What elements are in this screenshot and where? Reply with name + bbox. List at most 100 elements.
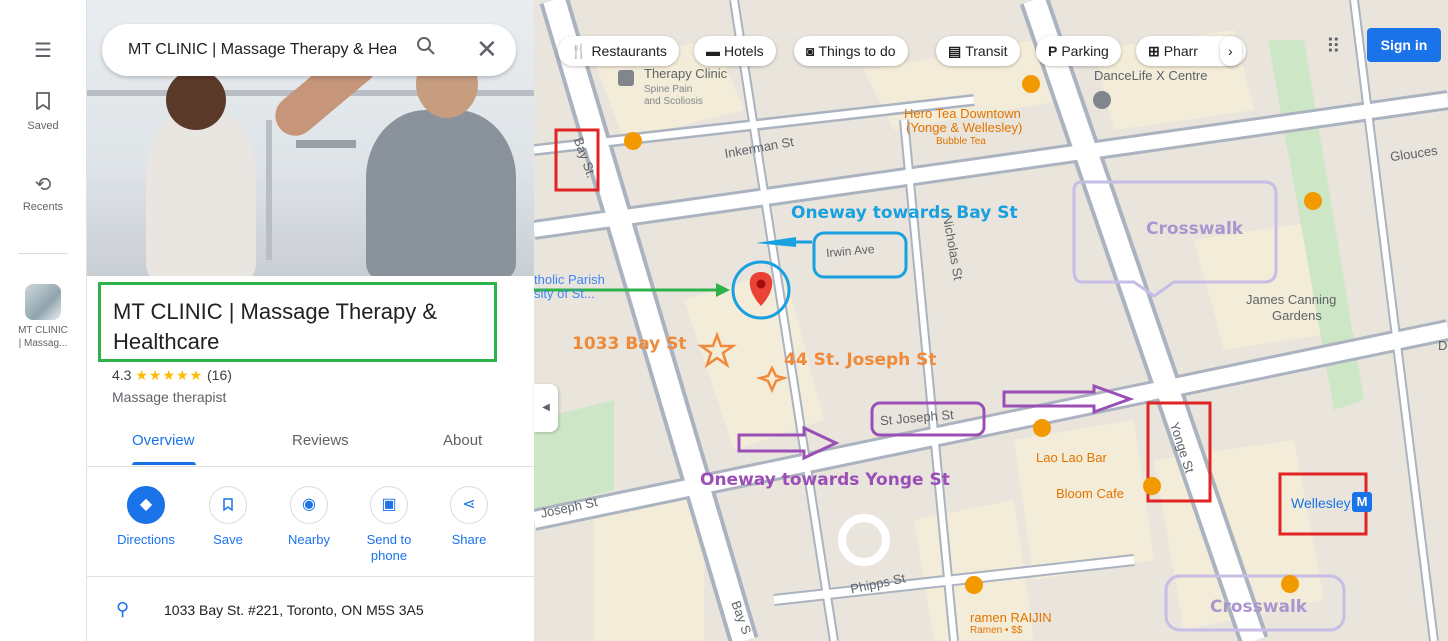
history-icon: ⟲	[34, 174, 52, 196]
tab-overview[interactable]: Overview	[132, 432, 195, 449]
restaurant-icon: 🍴	[570, 43, 588, 59]
save-label: Save	[213, 532, 243, 547]
title-annotation-box: MT CLINIC | Massage Therapy & Healthcare	[98, 282, 497, 362]
chip-hotels[interactable]: ▬ Hotels	[694, 36, 776, 66]
tab-about[interactable]: About	[443, 432, 482, 449]
location-pin-icon: ⚲	[116, 599, 130, 619]
hamburger-menu-icon: ☰	[34, 40, 52, 62]
send-to-phone-label-line2: phone	[370, 548, 408, 563]
chip-things-label: Things to do	[818, 43, 896, 59]
map-label-james-canning-1[interactable]: James Canning	[1246, 292, 1336, 307]
hotel-icon: ▬	[706, 43, 720, 59]
parking-icon: P	[1048, 43, 1058, 59]
subway-station-icon: M	[1352, 492, 1372, 512]
chips-scroll-right-button[interactable]: ›	[1220, 36, 1242, 66]
photo-detail	[266, 120, 272, 260]
collapse-panel-button[interactable]: ◀	[534, 384, 558, 432]
bookmark-icon	[0, 92, 86, 116]
place-tabs: Overview Reviews About	[86, 418, 534, 467]
map-label-ramen-sub: Ramen • $$	[970, 625, 1023, 636]
share-label: Share	[451, 532, 487, 547]
map-label-dancelife[interactable]: DanceLife X Centre	[1094, 68, 1207, 83]
annotation-oneway-yonge: Oneway towards Yonge St	[700, 470, 950, 490]
map-label-wellesley[interactable]: Wellesley	[1291, 495, 1351, 511]
send-to-phone-icon: ▣	[370, 486, 408, 524]
map-label-therapy-sub2: and Scoliosis	[644, 96, 703, 107]
saved-label: Saved	[27, 120, 59, 132]
map-label-hero-tea-1[interactable]: Hero Tea Downtown	[904, 106, 1021, 121]
chevron-right-icon: ›	[1228, 43, 1233, 59]
active-tab-indicator	[132, 462, 196, 465]
annotation-44-st-joseph: 44 St. Joseph St	[784, 350, 937, 370]
chip-restaurants-label: Restaurants	[591, 43, 667, 59]
pharmacy-icon: ⊞	[1148, 43, 1160, 59]
recent-place-item[interactable]: MT CLINIC | Massag...	[0, 284, 86, 350]
chip-pharmacy-label: Pharr	[1163, 43, 1198, 59]
nearby-label: Nearby	[288, 532, 330, 547]
transit-icon: ▤	[948, 43, 962, 59]
rating-value: 4.3	[112, 367, 132, 383]
map-label-edge-d: D	[1438, 338, 1448, 353]
recents-button[interactable]: ⟲ Recents	[0, 172, 86, 213]
chip-restaurants[interactable]: 🍴 Restaurants	[558, 36, 679, 66]
photo-detail	[296, 140, 356, 148]
bookmark-icon	[209, 486, 247, 524]
recent-place-label-line2: | Massag...	[18, 338, 68, 349]
annotation-oneway-bay: Oneway towards Bay St	[791, 203, 1018, 223]
share-icon: ⋖	[450, 486, 488, 524]
place-title: MT CLINIC | Massage Therapy & Healthcare	[113, 299, 438, 354]
send-to-phone-button[interactable]: ▣ Send to phone	[349, 486, 429, 564]
map-label-ramen[interactable]: ramen RAIJIN	[970, 610, 1052, 625]
close-icon[interactable]: ✕	[476, 34, 498, 65]
place-panel: MT CLINIC | Massage Therapy & Heal ✕ MT …	[86, 0, 534, 641]
side-rail: ☰ Saved ⟲ Recents MT CLINIC | Massag...	[0, 0, 87, 641]
menu-button[interactable]: ☰	[0, 38, 86, 67]
directions-button[interactable]: ◆ Directions	[106, 486, 186, 548]
nearby-button[interactable]: ◉ Nearby	[269, 486, 349, 548]
review-count[interactable]: (16)	[207, 367, 232, 383]
recents-label: Recents	[22, 201, 64, 213]
send-to-phone-label-line1: Send to	[366, 532, 412, 547]
saved-button[interactable]: Saved	[0, 92, 86, 132]
camera-icon: ◙	[806, 43, 815, 59]
photo-person-left-head	[166, 70, 226, 130]
directions-label: Directions	[117, 532, 175, 547]
chip-parking[interactable]: P Parking	[1036, 36, 1121, 66]
search-box[interactable]: MT CLINIC | Massage Therapy & Heal ✕	[102, 24, 516, 76]
directions-icon: ◆	[127, 486, 165, 524]
map-label-parish-1[interactable]: tholic Parish	[534, 272, 605, 287]
recent-place-thumbnail	[25, 284, 61, 320]
annotation-1033-bay: 1033 Bay St	[572, 334, 687, 354]
annotation-crosswalk-bottom: Crosswalk	[1210, 597, 1308, 617]
map-canvas[interactable]: Therapy Clinic Spine Pain and Scoliosis …	[534, 0, 1448, 641]
rating-row[interactable]: 4.3 ★★★★★ (16)	[112, 367, 232, 384]
chip-transit[interactable]: ▤ Transit	[936, 36, 1020, 66]
sign-in-button[interactable]: Sign in	[1367, 28, 1441, 62]
chip-parking-label: Parking	[1061, 43, 1109, 59]
tab-reviews[interactable]: Reviews	[292, 432, 349, 449]
panel-divider	[86, 576, 534, 577]
apps-grid-icon[interactable]: ⠿	[1326, 34, 1341, 59]
save-button[interactable]: Save	[188, 486, 268, 548]
map-label-therapy-clinic[interactable]: Therapy Clinic	[644, 66, 727, 81]
nearby-icon: ◉	[290, 486, 328, 524]
map-label-hero-tea-sub: Bubble Tea	[936, 136, 986, 147]
photo-person-right	[366, 110, 516, 276]
search-icon[interactable]	[416, 36, 436, 62]
place-category[interactable]: Massage therapist	[112, 389, 226, 405]
annotation-crosswalk-top: Crosswalk	[1146, 219, 1244, 239]
map-label-james-canning-2: Gardens	[1272, 308, 1322, 323]
map-label-parish-2: sity of St...	[534, 286, 595, 301]
rating-stars-icon: ★★★★★	[135, 367, 204, 383]
chip-transit-label: Transit	[965, 43, 1008, 59]
search-input[interactable]: MT CLINIC | Massage Therapy & Heal	[128, 41, 396, 59]
share-button[interactable]: ⋖ Share	[429, 486, 509, 548]
map-label-lao-lao[interactable]: Lao Lao Bar	[1036, 450, 1107, 465]
rail-divider	[18, 253, 68, 254]
photo-person-left	[146, 110, 256, 276]
map-label-therapy-sub1: Spine Pain	[644, 84, 693, 95]
chip-hotels-label: Hotels	[724, 43, 764, 59]
map-label-bloom[interactable]: Bloom Cafe	[1056, 486, 1124, 501]
chip-things-to-do[interactable]: ◙ Things to do	[794, 36, 908, 66]
map-label-hero-tea-2: (Yonge & Wellesley)	[906, 120, 1023, 135]
